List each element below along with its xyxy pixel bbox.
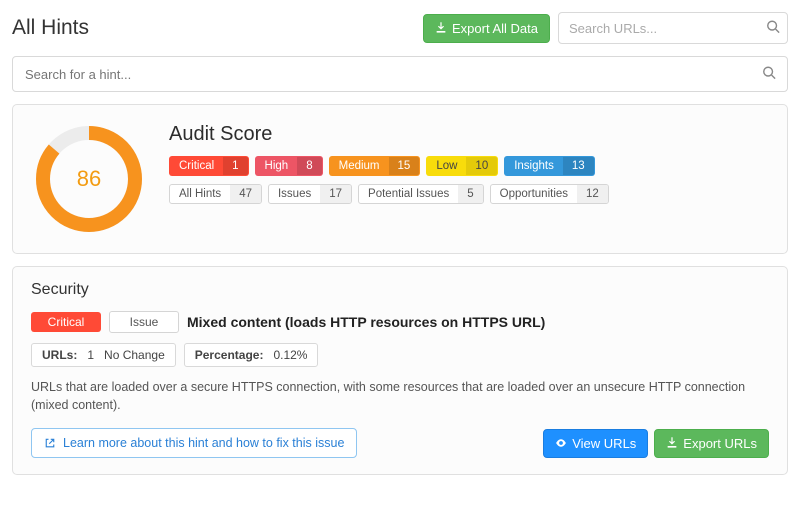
group-chip-row: All Hints47 Issues17 Potential Issues5 O…: [169, 184, 767, 204]
external-link-icon: [44, 437, 56, 449]
chip-opportunities[interactable]: Opportunities12: [490, 184, 609, 204]
urls-value: 1: [87, 348, 94, 362]
type-pill: Issue: [109, 311, 179, 333]
urls-label: URLs:: [42, 348, 77, 362]
chip-all-hints[interactable]: All Hints47: [169, 184, 262, 204]
hint-search-wrap: [12, 56, 788, 92]
search-icon: [762, 66, 776, 83]
percentage-value: 0.12%: [273, 348, 307, 362]
chip-potential-issues[interactable]: Potential Issues5: [358, 184, 484, 204]
eye-icon: [555, 437, 567, 449]
score-ring: 86: [33, 123, 145, 235]
download-icon: [666, 437, 678, 449]
url-search-input[interactable]: [558, 12, 788, 44]
chip-low[interactable]: Low10: [426, 156, 498, 176]
urls-change: No Change: [104, 348, 165, 362]
export-urls-label: Export URLs: [683, 436, 757, 451]
export-all-label: Export All Data: [452, 21, 538, 36]
percentage-stat: Percentage: 0.12%: [184, 343, 319, 367]
score-value: 86: [77, 166, 101, 192]
chip-issues[interactable]: Issues17: [268, 184, 352, 204]
hint-description: URLs that are loaded over a secure HTTPS…: [31, 379, 769, 414]
severity-pill: Critical: [31, 312, 101, 332]
download-icon: [435, 22, 447, 34]
section-title: Security: [31, 281, 769, 299]
view-urls-label: View URLs: [572, 436, 636, 451]
severity-chip-row: Critical1 High8 Medium15 Low10 Insights1…: [169, 156, 767, 176]
urls-stat: URLs: 1 No Change: [31, 343, 176, 367]
hint-header: Critical Issue Mixed content (loads HTTP…: [31, 311, 769, 333]
view-urls-button[interactable]: View URLs: [543, 429, 648, 458]
percentage-label: Percentage:: [195, 348, 264, 362]
learn-more-link[interactable]: Learn more about this hint and how to fi…: [31, 428, 357, 458]
export-all-button[interactable]: Export All Data: [423, 14, 550, 43]
export-urls-button[interactable]: Export URLs: [654, 429, 769, 458]
audit-score-title: Audit Score: [169, 123, 767, 146]
stat-row: URLs: 1 No Change Percentage: 0.12%: [31, 343, 769, 367]
chip-high[interactable]: High8: [255, 156, 323, 176]
hint-name: Mixed content (loads HTTP resources on H…: [187, 314, 545, 330]
chip-medium[interactable]: Medium15: [329, 156, 421, 176]
chip-critical[interactable]: Critical1: [169, 156, 249, 176]
page-title: All Hints: [12, 16, 415, 40]
search-icon: [766, 20, 780, 37]
top-bar: All Hints Export All Data: [12, 12, 788, 44]
audit-score-panel: 86 Audit Score Critical1 High8 Medium15 …: [12, 104, 788, 254]
url-search-wrap: [558, 12, 788, 44]
chip-insights[interactable]: Insights13: [504, 156, 594, 176]
hint-actions-row: Learn more about this hint and how to fi…: [31, 428, 769, 458]
hint-search-input[interactable]: [12, 56, 788, 92]
security-panel: Security Critical Issue Mixed content (l…: [12, 266, 788, 475]
learn-more-label: Learn more about this hint and how to fi…: [63, 436, 344, 450]
